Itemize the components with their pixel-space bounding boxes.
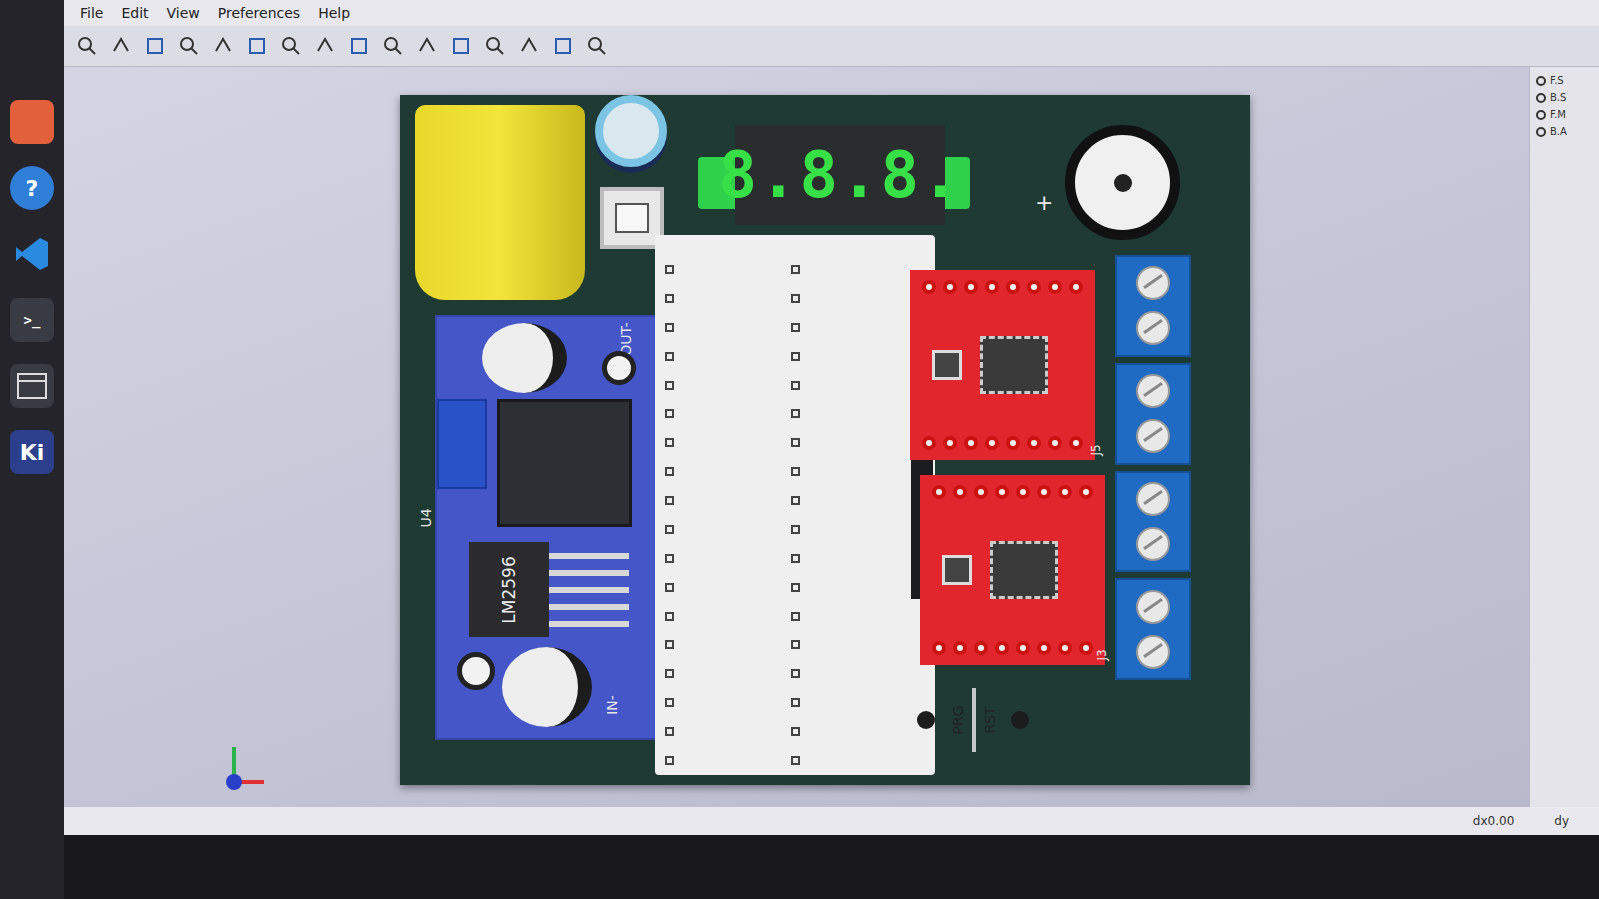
screw-terminal bbox=[1115, 578, 1191, 680]
vscode-icon[interactable] bbox=[10, 232, 54, 276]
kicad-3d-viewer: FileEditViewPreferencesHelp8.8.8.+OUT-LM… bbox=[64, 0, 1599, 899]
prg-button[interactable]: PRG bbox=[917, 711, 972, 729]
motor-driver bbox=[910, 270, 1095, 460]
mcu-board: PRGRST bbox=[655, 235, 935, 775]
chip-legs bbox=[549, 547, 629, 632]
screw-terminal bbox=[1115, 471, 1191, 573]
driver-ref: J3 bbox=[1095, 649, 1109, 660]
pcb-board[interactable]: 8.8.8.+OUT-LM2596IN-U4PRGRSTJ5J3 bbox=[400, 95, 1250, 785]
window-icon bbox=[17, 373, 47, 399]
toolbar-icon[interactable] bbox=[484, 35, 506, 57]
inductor bbox=[497, 399, 632, 527]
menu-item[interactable]: File bbox=[80, 5, 103, 21]
toolbar-icon[interactable] bbox=[314, 35, 336, 57]
capacitor bbox=[482, 323, 567, 393]
menu-item[interactable]: Edit bbox=[121, 5, 148, 21]
toolbar-icon[interactable] bbox=[110, 35, 132, 57]
toolbar-icon[interactable] bbox=[348, 35, 370, 57]
toolbar-icon[interactable] bbox=[450, 35, 472, 57]
power-jack bbox=[415, 105, 585, 300]
app-icon[interactable] bbox=[10, 100, 54, 144]
potentiometer bbox=[437, 399, 487, 489]
display-digits: 8.8.8. bbox=[718, 138, 961, 212]
status-dx: dx0.00 bbox=[1473, 814, 1514, 828]
help-icon[interactable]: ? bbox=[10, 166, 54, 210]
axis-icon bbox=[214, 737, 274, 797]
toolbar-icon[interactable] bbox=[416, 35, 438, 57]
capacitor bbox=[502, 647, 592, 727]
mount-hole bbox=[457, 652, 495, 690]
buzzer-polarity: + bbox=[1035, 190, 1053, 215]
layer-row[interactable]: F.S bbox=[1536, 75, 1593, 86]
menu-item[interactable]: Help bbox=[318, 5, 350, 21]
viewer-body: 8.8.8.+OUT-LM2596IN-U4PRGRSTJ5J3F.SB.SF.… bbox=[64, 67, 1599, 807]
terminal-blocks bbox=[1115, 255, 1191, 680]
toolbar-icon[interactable] bbox=[280, 35, 302, 57]
kicad-icon[interactable]: Ki bbox=[10, 430, 54, 474]
terminal-icon[interactable]: >_ bbox=[10, 298, 54, 342]
toolbar-icon[interactable] bbox=[586, 35, 608, 57]
monitor-bezel bbox=[64, 835, 1599, 899]
screen: ?>_KiFileEditViewPreferencesHelp8.8.8.+O… bbox=[0, 0, 1599, 899]
lm2596-chip: LM2596 bbox=[469, 542, 549, 637]
in-label: IN- bbox=[604, 695, 620, 715]
layer-panel: F.S B.S F.M B.A bbox=[1529, 67, 1599, 807]
screw-terminal bbox=[1115, 255, 1191, 357]
electrolytic-capacitor bbox=[595, 95, 667, 167]
buck-ref: U4 bbox=[418, 508, 434, 527]
menu-item[interactable]: Preferences bbox=[218, 5, 300, 21]
toolbar-icon[interactable] bbox=[246, 35, 268, 57]
toolbar bbox=[64, 26, 1599, 67]
menu-bar: File Edit View Preferences Help bbox=[64, 0, 1599, 26]
layer-row[interactable]: B.A bbox=[1536, 126, 1593, 137]
status-bar: dx0.00 dy bbox=[64, 807, 1599, 835]
mcu-bottom: PRGRST bbox=[911, 675, 931, 765]
status-dy: dy bbox=[1554, 814, 1569, 828]
vscode-icon bbox=[12, 234, 52, 274]
usb-connector bbox=[972, 688, 976, 752]
mount-hole bbox=[602, 351, 636, 385]
toolbar-icon[interactable] bbox=[518, 35, 540, 57]
rst-button[interactable]: RST bbox=[976, 711, 1029, 729]
toolbar-icon[interactable] bbox=[382, 35, 404, 57]
motor-driver bbox=[920, 475, 1105, 665]
toolbar-icon[interactable] bbox=[552, 35, 574, 57]
layer-row[interactable]: F.M bbox=[1536, 109, 1593, 120]
dock: ? >_ Ki bbox=[0, 0, 64, 899]
driver-ref: J5 bbox=[1089, 444, 1103, 455]
window-icon[interactable] bbox=[10, 364, 54, 408]
buck-module: OUT-LM2596IN- bbox=[435, 315, 665, 740]
toolbar-icon[interactable] bbox=[144, 35, 166, 57]
toolbar-icon[interactable] bbox=[178, 35, 200, 57]
menu-item[interactable]: View bbox=[167, 5, 200, 21]
layer-row[interactable]: B.S bbox=[1536, 92, 1593, 103]
screw-terminal bbox=[1115, 363, 1191, 465]
3d-canvas[interactable]: 8.8.8.+OUT-LM2596IN-U4PRGRSTJ5J3 bbox=[64, 67, 1529, 807]
toolbar-icon[interactable] bbox=[76, 35, 98, 57]
toolbar-icon[interactable] bbox=[212, 35, 234, 57]
seven-segment-display: 8.8.8. bbox=[735, 125, 945, 225]
buzzer bbox=[1065, 125, 1180, 240]
